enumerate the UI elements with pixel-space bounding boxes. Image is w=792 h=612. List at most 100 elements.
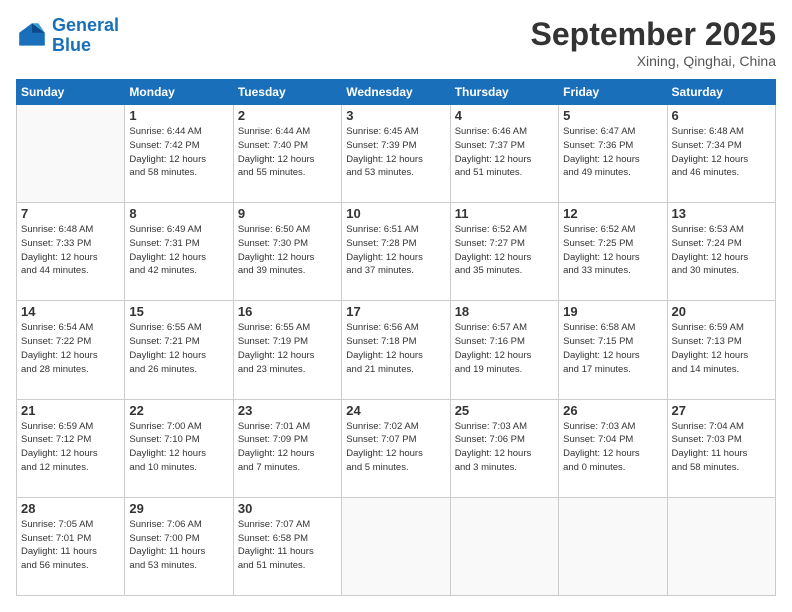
day-info: Sunrise: 6:51 AMSunset: 7:28 PMDaylight:…: [346, 223, 445, 278]
calendar-cell: 21Sunrise: 6:59 AMSunset: 7:12 PMDayligh…: [17, 399, 125, 497]
day-info: Sunrise: 6:44 AMSunset: 7:42 PMDaylight:…: [129, 125, 228, 180]
day-info: Sunrise: 7:00 AMSunset: 7:10 PMDaylight:…: [129, 420, 228, 475]
day-number: 24: [346, 403, 445, 418]
day-number: 3: [346, 108, 445, 123]
calendar-cell: 14 Sunrise: 6:54 AMSunset: 7:22 PMDayligh…: [17, 301, 125, 399]
day-info: Sunrise: 6:52 AMSunset: 7:27 PMDaylight:…: [455, 223, 554, 278]
calendar-cell: 28Sunrise: 7:05 AMSunset: 7:01 PMDayligh…: [17, 497, 125, 595]
calendar-cell: 24 Sunrise: 7:02 AMSunset: 7:07 PMDayligh…: [342, 399, 450, 497]
weekday-header-friday: Friday: [559, 80, 667, 105]
location: Xining, Qinghai, China: [531, 53, 776, 69]
day-number: 6: [672, 108, 771, 123]
day-number: 15: [129, 304, 228, 319]
calendar: SundayMondayTuesdayWednesdayThursdayFrid…: [16, 79, 776, 596]
logo-blue: Blue: [52, 35, 91, 55]
calendar-cell: 2Sunrise: 6:44 AMSunset: 7:40 PMDaylight…: [233, 105, 341, 203]
weekday-header-row: SundayMondayTuesdayWednesdayThursdayFrid…: [17, 80, 776, 105]
calendar-cell: 30 Sunrise: 7:07 AMSunset: 6:58 PMDayligh…: [233, 497, 341, 595]
week-row-1: 1 Sunrise: 6:44 AMSunset: 7:42 PMDaylight…: [17, 105, 776, 203]
day-info: Sunrise: 6:53 AMSunset: 7:24 PMDaylight:…: [672, 223, 771, 278]
calendar-cell: 27 Sunrise: 7:04 AMSunset: 7:03 PMDayligh…: [667, 399, 775, 497]
day-info: Sunrise: 6:54 AMSunset: 7:22 PMDaylight:…: [21, 321, 120, 376]
day-info: Sunrise: 6:56 AMSunset: 7:18 PMDaylight:…: [346, 321, 445, 376]
calendar-cell: 1 Sunrise: 6:44 AMSunset: 7:42 PMDaylight…: [125, 105, 233, 203]
calendar-cell: [559, 497, 667, 595]
calendar-cell: [450, 497, 558, 595]
day-number: 13: [672, 206, 771, 221]
weekday-header-saturday: Saturday: [667, 80, 775, 105]
weekday-header-thursday: Thursday: [450, 80, 558, 105]
day-number: 9: [238, 206, 337, 221]
day-info: Sunrise: 6:48 AMSunset: 7:33 PMDaylight:…: [21, 223, 120, 278]
day-info: Sunrise: 6:59 AMSunset: 7:13 PMDaylight:…: [672, 321, 771, 376]
day-number: 28: [21, 501, 120, 516]
day-number: 29: [129, 501, 228, 516]
day-number: 22: [129, 403, 228, 418]
weekday-header-wednesday: Wednesday: [342, 80, 450, 105]
calendar-cell: 6Sunrise: 6:48 AMSunset: 7:34 PMDaylight…: [667, 105, 775, 203]
calendar-cell: [342, 497, 450, 595]
calendar-cell: 16Sunrise: 6:55 AMSunset: 7:19 PMDayligh…: [233, 301, 341, 399]
day-info: Sunrise: 6:55 AMSunset: 7:19 PMDaylight:…: [238, 321, 337, 376]
logo-icon: [16, 20, 48, 52]
day-number: 18: [455, 304, 554, 319]
day-number: 12: [563, 206, 662, 221]
page: General Blue September 2025 Xining, Qing…: [0, 0, 792, 612]
day-info: Sunrise: 6:45 AMSunset: 7:39 PMDaylight:…: [346, 125, 445, 180]
day-info: Sunrise: 6:57 AMSunset: 7:16 PMDaylight:…: [455, 321, 554, 376]
day-number: 27: [672, 403, 771, 418]
week-row-2: 7Sunrise: 6:48 AMSunset: 7:33 PMDaylight…: [17, 203, 776, 301]
title-block: September 2025 Xining, Qinghai, China: [531, 16, 776, 69]
day-info: Sunrise: 6:47 AMSunset: 7:36 PMDaylight:…: [563, 125, 662, 180]
weekday-header-sunday: Sunday: [17, 80, 125, 105]
month-title: September 2025: [531, 16, 776, 53]
day-number: 20: [672, 304, 771, 319]
calendar-cell: 9Sunrise: 6:50 AMSunset: 7:30 PMDaylight…: [233, 203, 341, 301]
day-number: 30: [238, 501, 337, 516]
day-number: 26: [563, 403, 662, 418]
calendar-cell: 10 Sunrise: 6:51 AMSunset: 7:28 PMDayligh…: [342, 203, 450, 301]
calendar-cell: 19Sunrise: 6:58 AMSunset: 7:15 PMDayligh…: [559, 301, 667, 399]
day-info: Sunrise: 6:52 AMSunset: 7:25 PMDaylight:…: [563, 223, 662, 278]
logo-general: General: [52, 15, 119, 35]
day-info: Sunrise: 7:04 AMSunset: 7:03 PMDaylight:…: [672, 420, 771, 475]
calendar-cell: 26Sunrise: 7:03 AMSunset: 7:04 PMDayligh…: [559, 399, 667, 497]
day-number: 1: [129, 108, 228, 123]
day-number: 11: [455, 206, 554, 221]
day-number: 5: [563, 108, 662, 123]
weekday-header-monday: Monday: [125, 80, 233, 105]
calendar-cell: 20 Sunrise: 6:59 AMSunset: 7:13 PMDayligh…: [667, 301, 775, 399]
calendar-cell: 18 Sunrise: 6:57 AMSunset: 7:16 PMDayligh…: [450, 301, 558, 399]
calendar-cell: 17 Sunrise: 6:56 AMSunset: 7:18 PMDayligh…: [342, 301, 450, 399]
calendar-cell: 7Sunrise: 6:48 AMSunset: 7:33 PMDaylight…: [17, 203, 125, 301]
week-row-3: 14 Sunrise: 6:54 AMSunset: 7:22 PMDayligh…: [17, 301, 776, 399]
calendar-cell: 13 Sunrise: 6:53 AMSunset: 7:24 PMDayligh…: [667, 203, 775, 301]
calendar-cell: 12 Sunrise: 6:52 AMSunset: 7:25 PMDayligh…: [559, 203, 667, 301]
day-info: Sunrise: 7:07 AMSunset: 6:58 PMDaylight:…: [238, 518, 337, 573]
day-info: Sunrise: 6:58 AMSunset: 7:15 PMDaylight:…: [563, 321, 662, 376]
calendar-cell: 3 Sunrise: 6:45 AMSunset: 7:39 PMDaylight…: [342, 105, 450, 203]
week-row-5: 28Sunrise: 7:05 AMSunset: 7:01 PMDayligh…: [17, 497, 776, 595]
header: General Blue September 2025 Xining, Qing…: [16, 16, 776, 69]
logo-text: General Blue: [52, 16, 119, 56]
day-number: 10: [346, 206, 445, 221]
calendar-cell: 15Sunrise: 6:55 AMSunset: 7:21 PMDayligh…: [125, 301, 233, 399]
day-info: Sunrise: 7:06 AMSunset: 7:00 PMDaylight:…: [129, 518, 228, 573]
day-info: Sunrise: 6:59 AMSunset: 7:12 PMDaylight:…: [21, 420, 120, 475]
day-info: Sunrise: 6:44 AMSunset: 7:40 PMDaylight:…: [238, 125, 337, 180]
day-info: Sunrise: 6:46 AMSunset: 7:37 PMDaylight:…: [455, 125, 554, 180]
calendar-cell: 4Sunrise: 6:46 AMSunset: 7:37 PMDaylight…: [450, 105, 558, 203]
calendar-cell: [17, 105, 125, 203]
day-number: 23: [238, 403, 337, 418]
calendar-cell: 23Sunrise: 7:01 AMSunset: 7:09 PMDayligh…: [233, 399, 341, 497]
calendar-cell: 5 Sunrise: 6:47 AMSunset: 7:36 PMDaylight…: [559, 105, 667, 203]
day-info: Sunrise: 6:49 AMSunset: 7:31 PMDaylight:…: [129, 223, 228, 278]
day-number: 17: [346, 304, 445, 319]
logo: General Blue: [16, 16, 119, 56]
calendar-cell: 29 Sunrise: 7:06 AMSunset: 7:00 PMDayligh…: [125, 497, 233, 595]
day-number: 14: [21, 304, 120, 319]
calendar-cell: 8Sunrise: 6:49 AMSunset: 7:31 PMDaylight…: [125, 203, 233, 301]
calendar-cell: 22 Sunrise: 7:00 AMSunset: 7:10 PMDayligh…: [125, 399, 233, 497]
day-info: Sunrise: 7:02 AMSunset: 7:07 PMDaylight:…: [346, 420, 445, 475]
calendar-cell: [667, 497, 775, 595]
